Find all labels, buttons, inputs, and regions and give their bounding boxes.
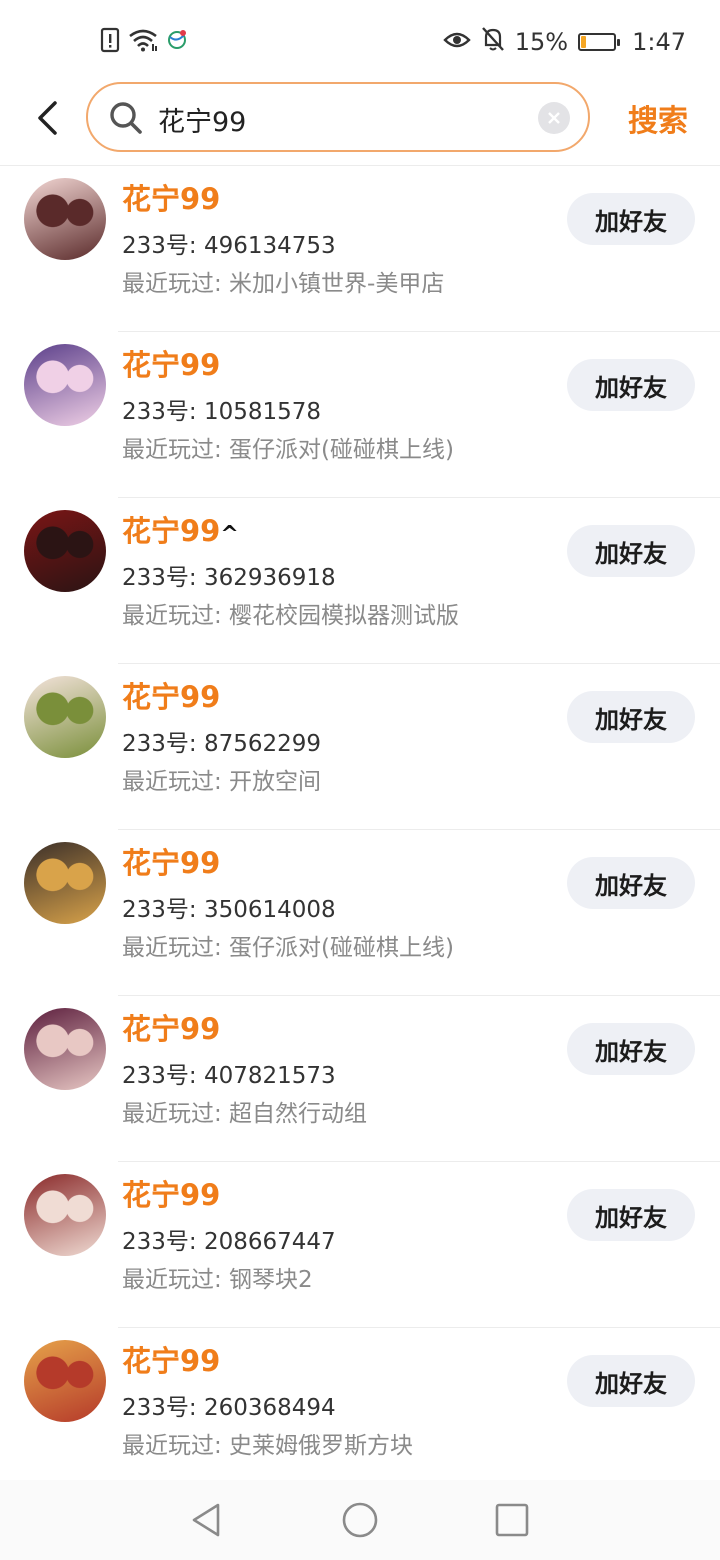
add-friend-button[interactable]: 加好友: [567, 193, 695, 245]
result-row[interactable]: 花宁99 233号: 350614008 最近玩过: 蛋仔派对(碰碰棋上线) 加…: [0, 830, 720, 996]
user-name: 花宁99: [122, 342, 220, 384]
home-circle-icon[interactable]: [340, 1500, 380, 1540]
system-nav-bar: [0, 1480, 720, 1560]
user-name-text: 花宁99: [122, 348, 221, 382]
back-button[interactable]: [30, 98, 64, 138]
search-input[interactable]: 花宁99: [86, 82, 590, 152]
result-row[interactable]: 花宁99 233号: 10581578 最近玩过: 蛋仔派对(碰碰棋上线) 加好…: [0, 332, 720, 498]
user-name: 花宁99: [122, 1172, 220, 1214]
avatar[interactable]: [24, 676, 106, 758]
avatar[interactable]: [24, 510, 106, 592]
sim-alert-icon: [100, 27, 120, 57]
user-name-text: 花宁99: [122, 1012, 221, 1046]
add-friend-button[interactable]: 加好友: [567, 1023, 695, 1075]
add-friend-button[interactable]: 加好友: [567, 857, 695, 909]
user-name-text: 花宁99: [122, 514, 221, 548]
user-name-text: 花宁99: [122, 846, 221, 880]
close-icon: [548, 112, 560, 124]
recently-played: 最近玩过: 开放空间: [122, 769, 322, 795]
user-id: 233号: 10581578: [122, 399, 322, 425]
avatar[interactable]: [24, 842, 106, 924]
add-friend-button[interactable]: 加好友: [567, 1355, 695, 1407]
chevron-left-icon: [38, 101, 57, 135]
add-friend-button[interactable]: 加好友: [567, 691, 695, 743]
recently-played: 最近玩过: 钢琴块2: [122, 1267, 313, 1293]
recently-played: 最近玩过: 蛋仔派对(碰碰棋上线): [122, 935, 455, 961]
result-row[interactable]: 花宁99 233号: 260368494 最近玩过: 史莱姆俄罗斯方块 加好友: [0, 1328, 720, 1494]
user-name-suffix: ^: [220, 522, 239, 547]
add-friend-button[interactable]: 加好友: [567, 525, 695, 577]
clear-search-button[interactable]: [538, 102, 570, 134]
user-name: 花宁99: [122, 840, 220, 882]
recents-square-icon[interactable]: [492, 1500, 532, 1540]
user-name-text: 花宁99: [122, 1344, 221, 1378]
bell-off-icon: [481, 26, 505, 58]
avatar[interactable]: [24, 344, 106, 426]
status-bar: 15% 1:47: [0, 0, 720, 82]
user-id: 233号: 407821573: [122, 1063, 336, 1089]
search-icon: [108, 100, 144, 140]
user-id: 233号: 350614008: [122, 897, 336, 923]
eye-icon: [443, 28, 471, 56]
user-name: 花宁99: [122, 674, 220, 716]
result-row[interactable]: 花宁99 233号: 87562299 最近玩过: 开放空间 加好友: [0, 664, 720, 830]
battery-level-fill: [581, 36, 587, 48]
add-friend-button[interactable]: 加好友: [567, 1189, 695, 1241]
search-button[interactable]: 搜索: [628, 96, 688, 140]
status-right: 15% 1:47: [443, 24, 686, 60]
recently-played: 最近玩过: 樱花校园模拟器测试版: [122, 603, 460, 629]
result-row[interactable]: 花宁99^ 233号: 362936918 最近玩过: 樱花校园模拟器测试版 加…: [0, 498, 720, 664]
result-row[interactable]: 花宁99 233号: 407821573 最近玩过: 超自然行动组 加好友: [0, 996, 720, 1162]
search-query-text[interactable]: 花宁99: [158, 100, 246, 139]
result-row[interactable]: 花宁99 233号: 208667447 最近玩过: 钢琴块2 加好友: [0, 1162, 720, 1328]
search-results-list: 花宁99 233号: 496134753 最近玩过: 米加小镇世界-美甲店 加好…: [0, 166, 720, 1494]
user-name-text: 花宁99: [122, 680, 221, 714]
avatar[interactable]: [24, 1008, 106, 1090]
avatar[interactable]: [24, 178, 106, 260]
avatar[interactable]: [24, 1174, 106, 1256]
avatar[interactable]: [24, 1340, 106, 1422]
user-name-text: 花宁99: [122, 1178, 221, 1212]
user-id: 233号: 496134753: [122, 233, 336, 259]
user-id: 233号: 208667447: [122, 1229, 336, 1255]
user-id: 233号: 87562299: [122, 731, 322, 757]
carrier-icon: [166, 29, 188, 55]
back-triangle-icon[interactable]: [186, 1500, 226, 1540]
recently-played: 最近玩过: 史莱姆俄罗斯方块: [122, 1433, 414, 1459]
recently-played: 最近玩过: 超自然行动组: [122, 1101, 368, 1127]
battery-icon: [578, 33, 621, 51]
user-name-text: 花宁99: [122, 182, 221, 216]
recently-played: 最近玩过: 米加小镇世界-美甲店: [122, 271, 445, 297]
user-name: 花宁99: [122, 176, 220, 218]
recently-played: 最近玩过: 蛋仔派对(碰碰棋上线): [122, 437, 455, 463]
add-friend-button[interactable]: 加好友: [567, 359, 695, 411]
status-left-icons: [100, 27, 188, 57]
wifi-icon: [128, 28, 158, 56]
user-name: 花宁99^: [122, 508, 239, 550]
user-id: 233号: 362936918: [122, 565, 336, 591]
search-header: 花宁99 搜索: [0, 80, 720, 166]
result-row[interactable]: 花宁99 233号: 496134753 最近玩过: 米加小镇世界-美甲店 加好…: [0, 166, 720, 332]
battery-percent: 15%: [514, 28, 569, 56]
user-id: 233号: 260368494: [122, 1395, 336, 1421]
clock: 1:47: [632, 28, 686, 56]
user-name: 花宁99: [122, 1006, 220, 1048]
user-name: 花宁99: [122, 1338, 220, 1380]
